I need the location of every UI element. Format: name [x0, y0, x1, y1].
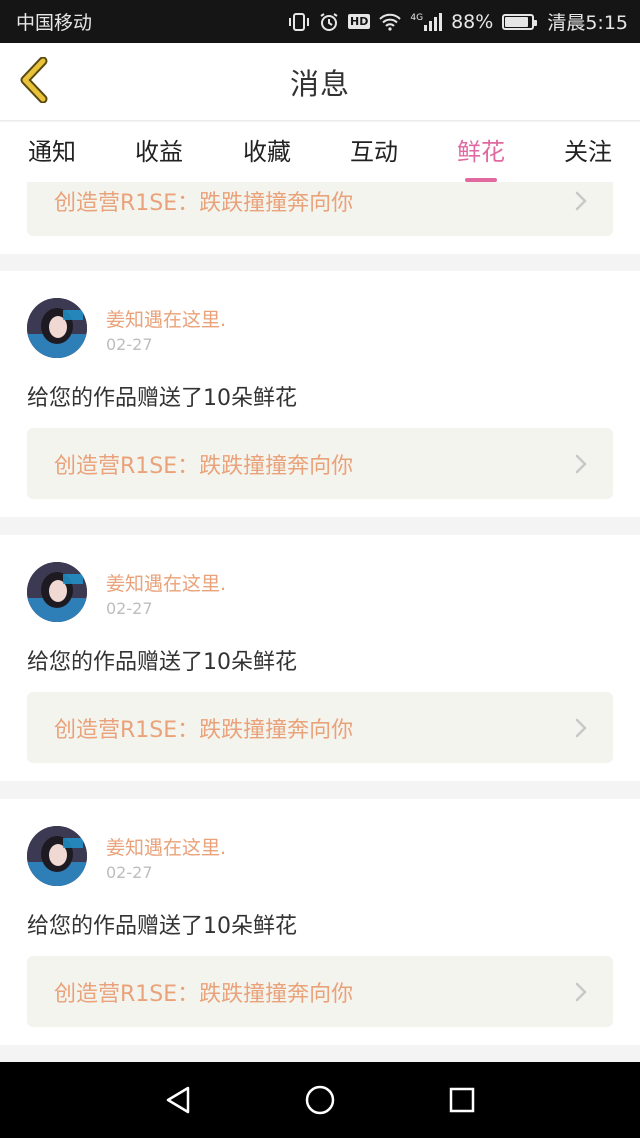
chevron-right-icon: [575, 454, 587, 474]
vibrate-icon: [288, 12, 310, 32]
username-link[interactable]: 姜知遇在这里.: [106, 569, 226, 596]
username-link[interactable]: 姜知遇在这里.: [106, 833, 226, 860]
work-link-text: 创造营R1SE：跌跌撞撞奔向你: [54, 190, 354, 216]
message-date: 02-27: [106, 335, 153, 354]
chevron-right-icon: [575, 982, 587, 1002]
avatar[interactable]: [27, 298, 87, 358]
network-type-label: 4G: [410, 12, 424, 23]
work-link[interactable]: 创造营R1SE：跌跌撞撞奔向你: [27, 692, 613, 763]
tab-follows[interactable]: 关注: [560, 132, 616, 178]
message-card: 姜知遇在这里. 02-27 给您的作品赠送了10朵鲜花 创造营R1SE：跌跌撞撞…: [0, 271, 640, 517]
hd-icon: HD: [348, 14, 371, 29]
status-icons: HD 4G 88% 清晨5:15: [288, 8, 628, 35]
message-text: 给您的作品赠送了10朵鲜花: [27, 386, 297, 411]
tab-label: 通知: [28, 138, 76, 166]
page-title: 消息: [289, 66, 350, 101]
battery-icon: [502, 13, 538, 30]
message-card: 姜知遇在这里. 02-27 给您的作品赠送了10朵鲜花 创造营R1SE：跌跌撞撞…: [0, 535, 640, 781]
chevron-right-icon: [575, 718, 587, 738]
chevron-right-icon: [575, 191, 587, 211]
message-feed[interactable]: 创造营R1SE：跌跌撞撞奔向你 姜知遇在这里. 02-27 给您的作品赠送了10…: [0, 182, 640, 1062]
header: 消息: [0, 43, 640, 121]
message-date: 02-27: [106, 599, 153, 618]
home-circle-icon: [304, 1084, 336, 1120]
message-text: 给您的作品赠送了10朵鲜花: [27, 650, 297, 675]
system-recents-button[interactable]: [442, 1082, 482, 1122]
message-date: 02-27: [106, 863, 153, 882]
tab-label: 鲜花: [457, 138, 505, 166]
carrier-label: 中国移动: [16, 12, 93, 34]
alarm-icon: [319, 12, 339, 32]
tab-earnings[interactable]: 收益: [131, 132, 187, 178]
recents-square-icon: [448, 1086, 476, 1118]
username-link[interactable]: 姜知遇在这里.: [106, 305, 226, 332]
tab-label: 收益: [135, 138, 183, 166]
message-card: 姜知遇在这里. 02-27 给您的作品赠送了10朵鲜花 创造营R1SE：跌跌撞撞…: [0, 799, 640, 1045]
tab-notifications[interactable]: 通知: [24, 132, 80, 178]
message-text: 给您的作品赠送了10朵鲜花: [27, 914, 297, 939]
work-link[interactable]: 创造营R1SE：跌跌撞撞奔向你: [27, 956, 613, 1027]
tab-bar: 通知 收益 收藏 互动 鲜花 关注: [0, 122, 640, 182]
tab-favorites[interactable]: 收藏: [239, 132, 295, 178]
work-link-text: 创造营R1SE：跌跌撞撞奔向你: [54, 717, 354, 743]
message-card-partial: 创造营R1SE：跌跌撞撞奔向你: [0, 182, 640, 254]
tab-flowers[interactable]: 鲜花: [453, 132, 509, 182]
avatar[interactable]: [27, 826, 87, 886]
work-link-text: 创造营R1SE：跌跌撞撞奔向你: [54, 981, 354, 1007]
back-triangle-icon: [164, 1085, 192, 1119]
system-back-button[interactable]: [158, 1082, 198, 1122]
system-navigation-bar: [0, 1062, 640, 1138]
avatar[interactable]: [27, 562, 87, 622]
system-home-button[interactable]: [300, 1082, 340, 1122]
work-link[interactable]: 创造营R1SE：跌跌撞撞奔向你: [27, 428, 613, 499]
chevron-left-icon: [17, 56, 51, 107]
signal-icon: 4G: [410, 12, 443, 31]
tab-label: 关注: [564, 138, 612, 166]
tab-interactions[interactable]: 互动: [346, 132, 402, 178]
tab-label: 互动: [350, 138, 398, 166]
clock: 清晨5:15: [547, 12, 628, 34]
wifi-icon: [379, 13, 402, 31]
tab-label: 收藏: [243, 138, 291, 166]
back-button[interactable]: [14, 56, 54, 107]
work-link[interactable]: 创造营R1SE：跌跌撞撞奔向你: [27, 182, 613, 236]
battery-percent: 88%: [451, 10, 494, 33]
status-bar: 中国移动 HD 4G 88% 清晨5:15: [0, 0, 640, 43]
work-link-text: 创造营R1SE：跌跌撞撞奔向你: [54, 453, 354, 479]
